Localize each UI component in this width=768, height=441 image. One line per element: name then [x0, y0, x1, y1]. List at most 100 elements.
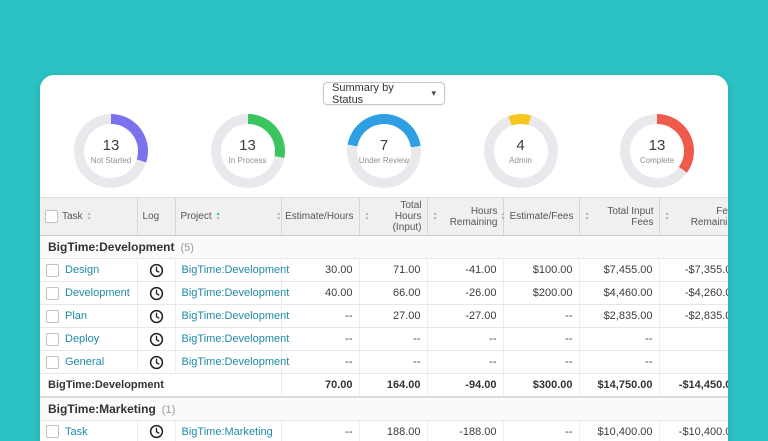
sort-icon: ▲ ▼ [364, 210, 370, 222]
task-link[interactable]: Design [65, 264, 99, 276]
estimate-hours-total-cell: 70.00 [281, 373, 360, 398]
total-hours-cell: 188.00 [359, 420, 428, 441]
donut-ring: 13 Not Started [74, 114, 148, 188]
project-link[interactable]: BigTime:Development [182, 287, 290, 299]
column-header-label: Log [142, 211, 160, 222]
status-count: 13 [239, 137, 256, 154]
task-row: Development BigTime:Development 40.00 66.… [40, 281, 728, 305]
total-input-fees-cell: $4,460.00 [579, 281, 660, 305]
row-checkbox[interactable] [46, 425, 59, 438]
status-donut-complete: 13 Complete [620, 114, 694, 188]
column-header-label: Estimate/Fees [509, 211, 574, 222]
log-clock-icon[interactable] [149, 332, 164, 347]
sort-icon: ▲ ▼ [215, 210, 221, 222]
column-header-total-hours-input[interactable]: ▲ ▼ Total Hours (Input) [359, 197, 428, 236]
task-row: Plan BigTime:Development -- 27.00 -27.00 --… [40, 304, 728, 328]
log-clock-icon[interactable] [149, 263, 164, 278]
group-count: (1) [161, 403, 176, 416]
summary-dropdown-label: Summary by Status [332, 81, 394, 106]
column-header-project[interactable]: Project ▲ ▼ [175, 197, 282, 236]
log-clock-icon[interactable] [149, 309, 164, 324]
total-hours-cell: 71.00 [359, 258, 428, 282]
log-clock-icon[interactable] [149, 424, 164, 439]
project-link[interactable]: BigTime:Development [182, 356, 290, 368]
estimate-hours-cell: -- [281, 350, 360, 374]
status-count: 13 [648, 137, 666, 154]
donut-hole: 13 In Process [220, 124, 275, 178]
project-link[interactable]: BigTime:Development [182, 264, 290, 276]
estimate-fees-cell: -- [503, 327, 580, 351]
summary-by-status-dropdown[interactable]: Summary by Status ▾ [323, 81, 445, 106]
estimate-fees-total-cell: $300.00 [503, 373, 580, 398]
column-header-estimate-fees[interactable]: ▲ ▼ Estimate/Fees [500, 197, 580, 236]
donut-ring: 13 In Process [210, 114, 285, 188]
row-checkbox[interactable] [46, 332, 59, 346]
task-link[interactable]: Task [65, 426, 88, 438]
donut-hole: 13 Not Started [84, 124, 138, 178]
row-checkbox[interactable] [46, 286, 59, 300]
donut-ring: 4 Admin [483, 114, 558, 188]
row-checkbox[interactable] [46, 309, 59, 323]
task-row: Deploy BigTime:Development ------------ [40, 327, 728, 351]
column-header-total-input-fees[interactable]: ▲ ▼ Total Input Fees [579, 197, 660, 236]
fees-remaining-cell: -$10,400.00 [659, 420, 728, 441]
column-header-label: Task [62, 211, 83, 222]
sort-icon: ▲ ▼ [86, 210, 92, 222]
column-header-hours-remaining[interactable]: ▲ ▼ Hours Remaining [427, 197, 504, 236]
group-name: BigTime:Development [48, 240, 175, 254]
estimate-hours-cell: 30.00 [281, 258, 360, 282]
group-name: BigTime:Marketing [48, 401, 156, 416]
status-label: Complete [639, 156, 675, 165]
sort-icon: ▲ ▼ [584, 210, 590, 222]
column-header-estimate-hours[interactable]: ▲ ▼ Estimate/Hours [276, 197, 360, 236]
hours-remaining-cell: -- [427, 350, 504, 374]
status-donut-in-process: 13 In Process [210, 114, 285, 188]
fees-remaining-cell: -- [659, 350, 728, 374]
task-row: Task BigTime:Marketing -- 188.00 -188.00 --… [40, 420, 728, 441]
donut-hole: 13 Complete [630, 124, 684, 178]
donut-ring: 13 Complete [620, 114, 694, 188]
task-table-wrap: Task ▲ ▼ Log Project ▲ ▼ ▲ ▼ Estimate/Hours [40, 197, 728, 441]
estimate-hours-cell: -- [281, 327, 360, 351]
log-clock-icon[interactable] [149, 286, 164, 301]
column-header-task[interactable]: Task ▲ ▼ [40, 197, 138, 236]
task-link[interactable]: General [65, 356, 104, 368]
task-link[interactable]: Development [65, 287, 130, 299]
hours-remaining-cell: -41.00 [427, 258, 504, 282]
hours-remaining-cell: -27.00 [427, 304, 504, 328]
estimate-fees-cell: -- [503, 350, 580, 374]
fees-remaining-cell: -$4,260.00 [659, 281, 728, 305]
select-all-checkbox[interactable] [45, 210, 58, 223]
sort-icon: ▲ ▼ [664, 210, 670, 222]
group-summary-label: BigTime:Development [40, 373, 282, 398]
task-row: Design BigTime:Development 30.00 71.00 -41… [40, 258, 728, 282]
donut-hole: 7 Under Review [357, 124, 411, 178]
log-clock-icon[interactable] [149, 355, 164, 370]
status-donut-under-review: 7 Under Review [347, 114, 421, 188]
column-header-label: Total Input Fees [607, 205, 654, 228]
sort-icon: ▲ ▼ [500, 210, 506, 222]
row-checkbox[interactable] [46, 263, 59, 277]
hours-remaining-cell: -26.00 [427, 281, 504, 305]
total-input-fees-total-cell: $14,750.00 [579, 373, 660, 398]
status-donut-row: 13 Not Started 13 In Process 7 Under Rev… [40, 111, 728, 197]
row-checkbox[interactable] [46, 355, 59, 369]
task-link[interactable]: Deploy [65, 333, 99, 345]
status-label: Under Review [358, 156, 410, 165]
task-link[interactable]: Plan [65, 310, 87, 322]
total-input-fees-cell: $7,455.00 [579, 258, 660, 282]
fees-remaining-total-cell: -$14,450.00 [659, 373, 728, 398]
project-link[interactable]: BigTime:Marketing [182, 426, 273, 438]
sort-icon: ▲ ▼ [432, 210, 438, 222]
project-link[interactable]: BigTime:Development [182, 333, 290, 345]
status-count: 4 [516, 137, 525, 154]
dashboard-card: Summary by Status ▾ 13 Not Started 13 In… [40, 75, 728, 441]
column-header-fees-remaining[interactable]: ▲▼ Fees Remaining [659, 197, 728, 236]
project-link[interactable]: BigTime:Development [182, 310, 290, 322]
table-header-row: Task ▲ ▼ Log Project ▲ ▼ ▲ ▼ Estimate/Hours [40, 197, 728, 236]
group-header-row: BigTime:Marketing (1) [40, 396, 728, 421]
estimate-hours-cell: -- [281, 304, 360, 328]
donut-hole: 4 Admin [493, 124, 548, 178]
total-input-fees-cell: -- [579, 350, 660, 374]
estimate-hours-cell: -- [281, 420, 360, 441]
